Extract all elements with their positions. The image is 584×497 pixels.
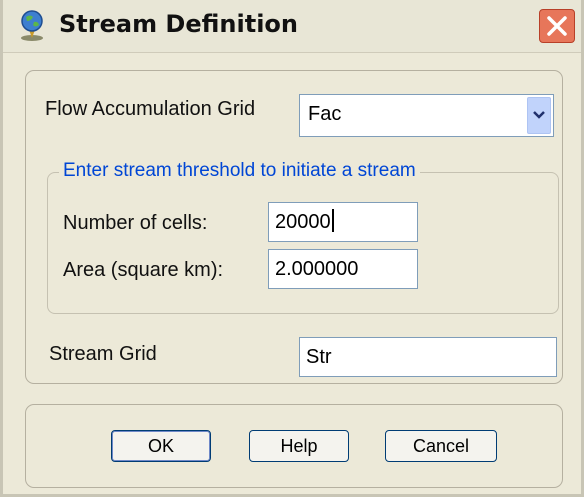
flow-accumulation-label: Flow Accumulation Grid: [45, 98, 256, 120]
area-input[interactable]: 2.000000: [268, 249, 418, 289]
stream-grid-input[interactable]: Str: [299, 337, 557, 377]
close-icon: [547, 16, 567, 36]
close-button[interactable]: [539, 9, 575, 43]
area-label: Area (square km):: [63, 259, 224, 281]
window-title: Stream Definition: [59, 10, 299, 38]
dropdown-button[interactable]: [527, 97, 551, 134]
number-of-cells-value: 20000: [275, 211, 331, 233]
help-button[interactable]: Help: [249, 430, 349, 462]
number-of-cells-label: Number of cells:: [63, 212, 208, 234]
stream-grid-value: Str: [306, 346, 332, 368]
stream-definition-dialog: Stream Definition Flow Accumulation Grid…: [0, 0, 584, 497]
cancel-button[interactable]: Cancel: [385, 430, 497, 462]
stream-grid-label: Stream Grid: [49, 343, 157, 365]
title-bar[interactable]: Stream Definition: [3, 0, 581, 53]
threshold-group: [47, 172, 559, 314]
globe-pin-icon: [21, 10, 43, 41]
chevron-down-icon: [533, 111, 545, 119]
flow-accumulation-value: Fac: [308, 103, 342, 125]
number-of-cells-input[interactable]: 20000: [268, 202, 418, 242]
text-cursor: [331, 209, 334, 232]
area-value: 2.000000: [275, 258, 359, 280]
threshold-legend: Enter stream threshold to initiate a str…: [59, 160, 420, 182]
ok-button[interactable]: OK: [111, 430, 211, 462]
flow-accumulation-select[interactable]: Fac: [299, 94, 554, 137]
